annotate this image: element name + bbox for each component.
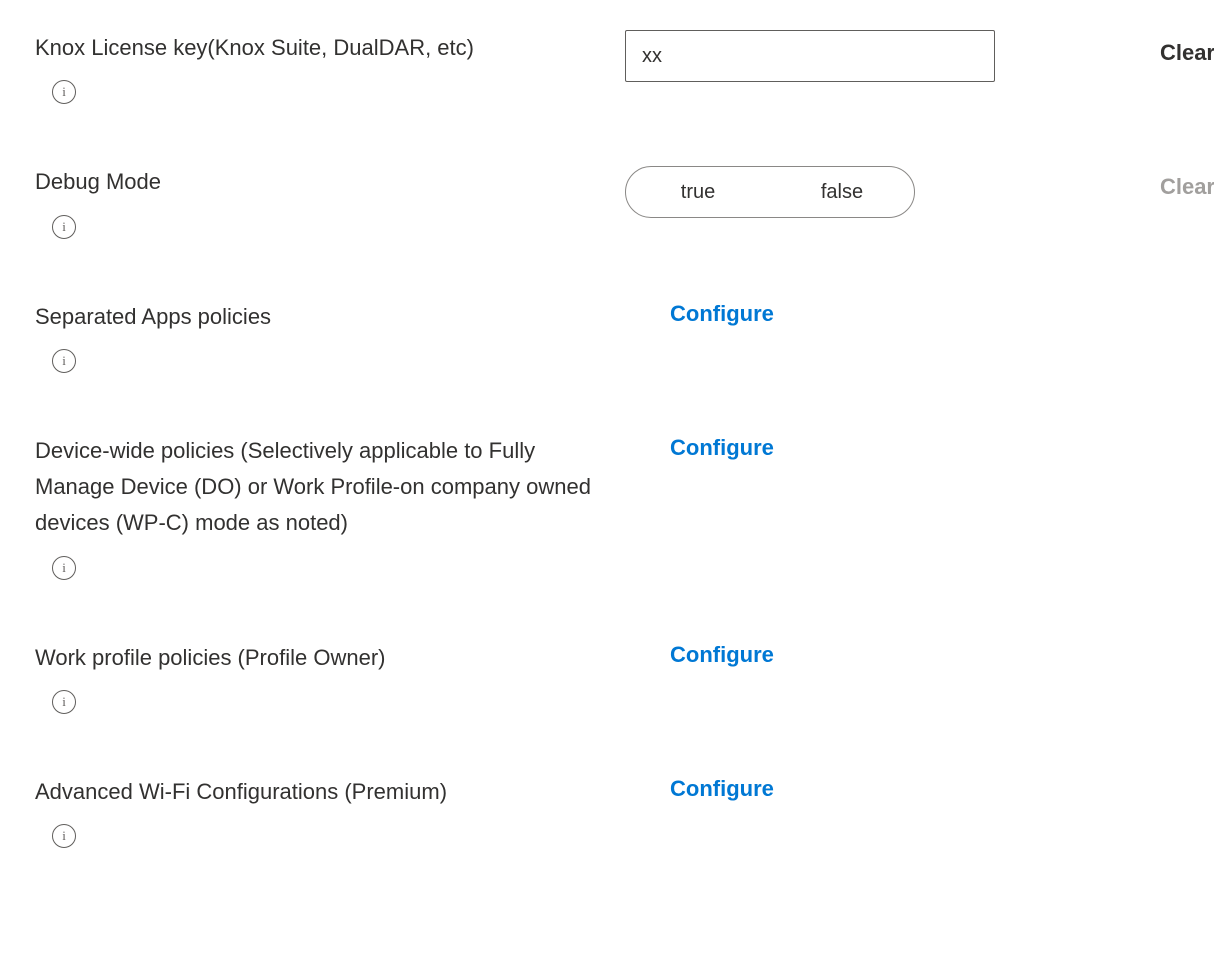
clear-button: Clear bbox=[1160, 174, 1214, 200]
label-col: Advanced Wi-Fi Configurations (Premium) … bbox=[35, 774, 595, 848]
separated-apps-label: Separated Apps policies bbox=[35, 299, 595, 335]
configure-button[interactable]: Configure bbox=[625, 774, 774, 802]
label-col: Device-wide policies (Selectively applic… bbox=[35, 433, 595, 580]
info-icon[interactable]: i bbox=[52, 690, 76, 714]
control-col: Configure bbox=[625, 299, 1045, 327]
row-advanced-wifi: Advanced Wi-Fi Configurations (Premium) … bbox=[35, 774, 1179, 848]
device-wide-label: Device-wide policies (Selectively applic… bbox=[35, 433, 595, 542]
row-debug-mode: Debug Mode i true false Clear bbox=[35, 164, 1179, 238]
configure-button[interactable]: Configure bbox=[625, 299, 774, 327]
info-icon[interactable]: i bbox=[52, 215, 76, 239]
debug-mode-label: Debug Mode bbox=[35, 164, 595, 200]
control-col: true false bbox=[625, 164, 1045, 218]
label-col: Separated Apps policies i bbox=[35, 299, 595, 373]
control-col: Configure bbox=[625, 640, 1045, 668]
clear-col: Clear bbox=[1075, 30, 1214, 66]
label-col: Debug Mode i bbox=[35, 164, 595, 238]
info-icon[interactable]: i bbox=[52, 556, 76, 580]
row-work-profile: Work profile policies (Profile Owner) i … bbox=[35, 640, 1179, 714]
info-icon[interactable]: i bbox=[52, 824, 76, 848]
control-col: Configure bbox=[625, 433, 1045, 461]
debug-mode-toggle: true false bbox=[625, 166, 915, 218]
work-profile-label: Work profile policies (Profile Owner) bbox=[35, 640, 595, 676]
info-icon[interactable]: i bbox=[52, 349, 76, 373]
row-device-wide: Device-wide policies (Selectively applic… bbox=[35, 433, 1179, 580]
clear-col bbox=[1075, 299, 1214, 309]
row-knox-license: Knox License key(Knox Suite, DualDAR, et… bbox=[35, 30, 1179, 104]
clear-button[interactable]: Clear bbox=[1160, 40, 1214, 66]
knox-license-input[interactable] bbox=[625, 30, 995, 82]
clear-col bbox=[1075, 433, 1214, 443]
control-col bbox=[625, 30, 1045, 82]
control-col: Configure bbox=[625, 774, 1045, 802]
configure-button[interactable]: Configure bbox=[625, 640, 774, 668]
clear-col bbox=[1075, 640, 1214, 650]
advanced-wifi-label: Advanced Wi-Fi Configurations (Premium) bbox=[35, 774, 595, 810]
row-separated-apps: Separated Apps policies i Configure bbox=[35, 299, 1179, 373]
toggle-false[interactable]: false bbox=[770, 167, 914, 217]
info-icon[interactable]: i bbox=[52, 80, 76, 104]
toggle-true[interactable]: true bbox=[626, 167, 770, 217]
label-col: Knox License key(Knox Suite, DualDAR, et… bbox=[35, 30, 595, 104]
clear-col bbox=[1075, 774, 1214, 784]
clear-col: Clear bbox=[1075, 164, 1214, 200]
knox-license-label: Knox License key(Knox Suite, DualDAR, et… bbox=[35, 30, 595, 66]
label-col: Work profile policies (Profile Owner) i bbox=[35, 640, 595, 714]
configure-button[interactable]: Configure bbox=[625, 433, 774, 461]
